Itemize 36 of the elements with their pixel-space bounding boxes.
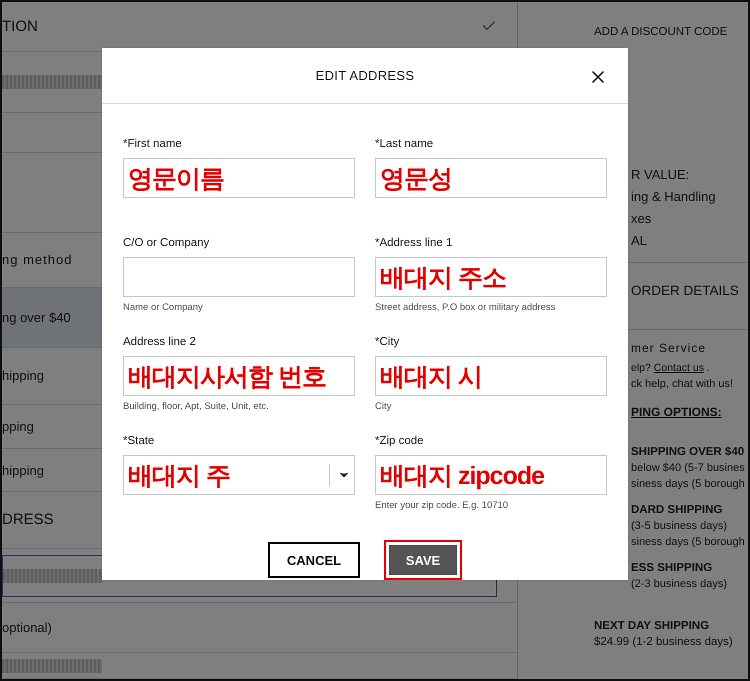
field-label: C/O or Company — [123, 237, 210, 249]
field-label: *City — [375, 336, 400, 348]
field-hint: Enter your zip code. E.g. 10710 — [375, 500, 510, 511]
sidebar-text: PING OPTIONS: — [630, 404, 723, 420]
sidebar-text: (3-5 business days) — [630, 519, 728, 534]
sidebar-text: mer Service — [630, 340, 708, 356]
sidebar-text: $24.99 (1-2 business days) — [594, 635, 734, 650]
field-label: *Address line 1 — [375, 237, 454, 249]
sidebar-text: siness days (5 borough — [630, 535, 746, 550]
sidebar-text: ESS SHIPPING — [630, 561, 714, 576]
sidebar-text: R VALUE: — [630, 166, 690, 184]
dialog-title: EDIT ADDRESS — [316, 68, 414, 83]
field-hint: Name or Company — [123, 302, 204, 313]
field-hint: City — [375, 401, 392, 412]
sidebar-text: SHIPPING OVER $40 — [630, 445, 746, 460]
field-label: *Zip code — [375, 435, 425, 447]
section-title: DRESS — [2, 511, 54, 528]
sidebar-text: NEXT DAY SHIPPING — [594, 619, 710, 634]
sidebar-text: below $40 (5-7 busines — [630, 461, 746, 476]
sidebar-text: xes — [630, 210, 652, 228]
section-heading: ng method — [2, 252, 72, 268]
sidebar-text: ORDER DETAILS — [630, 283, 740, 299]
field-label: Address line 2 — [123, 336, 197, 348]
field-hint: Building, floor, Apt, Suite, Unit, etc. — [123, 401, 270, 412]
sidebar-text: DARD SHIPPING — [630, 503, 724, 518]
sidebar-text: (2-3 business days) — [630, 577, 728, 592]
sidebar-text: ing & Handling — [630, 188, 717, 206]
field-hint: Street address, P.O box or military address — [375, 302, 556, 313]
field-label: *First name — [123, 138, 183, 150]
sidebar-text: AL — [630, 232, 648, 250]
sidebar-text: ck help, chat with us! — [630, 377, 734, 392]
section-title: TION — [2, 18, 38, 35]
field-label: *Last name — [375, 138, 434, 150]
field-label: *State — [123, 435, 156, 447]
sidebar-text: siness days (5 borough — [630, 477, 746, 492]
field-label: optional) — [2, 620, 52, 636]
